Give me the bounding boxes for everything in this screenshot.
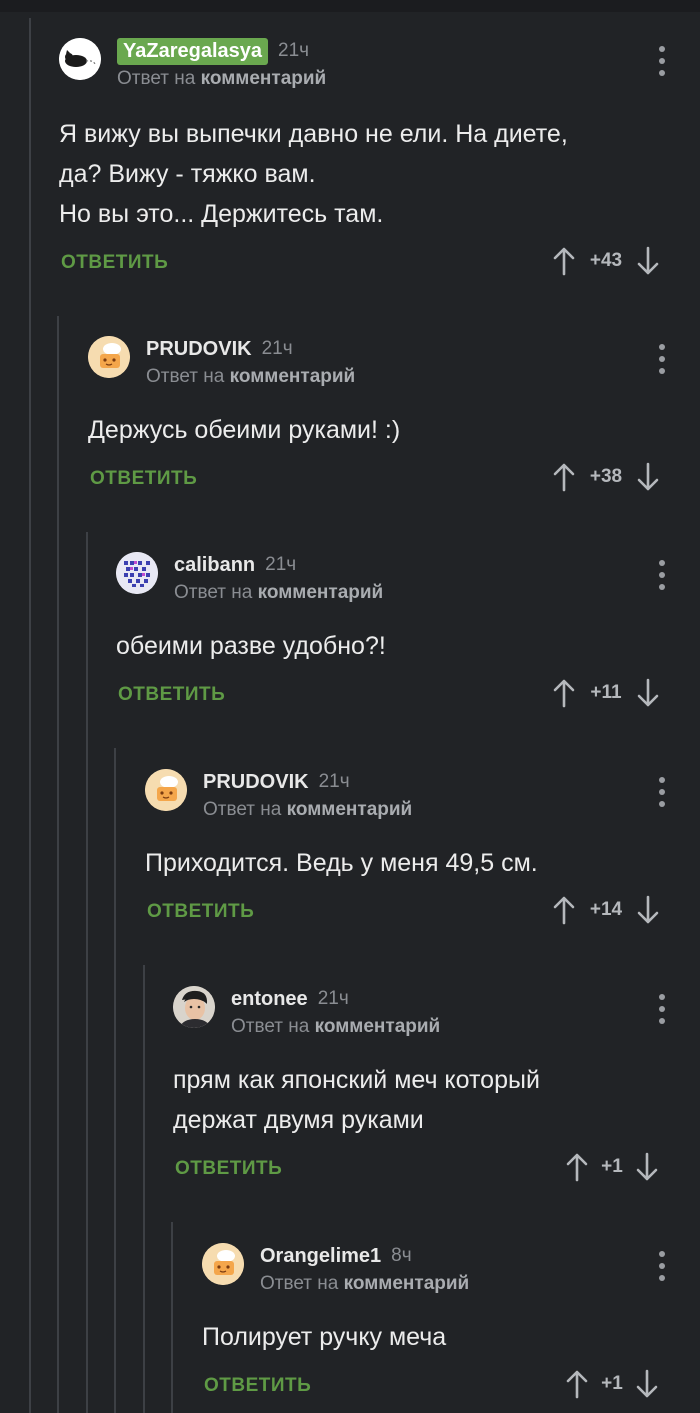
reply-to-link[interactable]: Ответ на комментарий: [260, 1273, 469, 1295]
author-name[interactable]: PRUDOVIK: [146, 338, 252, 361]
thread-line: [29, 18, 31, 1413]
reply-to-link[interactable]: Ответ на комментарий: [203, 799, 412, 821]
comment-text: прям как японский меч который держат дву…: [173, 1066, 540, 1134]
more-options-icon[interactable]: [657, 560, 667, 590]
reply-to-link[interactable]: Ответ на комментарий: [231, 1016, 440, 1038]
score: +38: [589, 466, 623, 487]
upvote-arrow-icon[interactable]: [565, 1152, 589, 1182]
top-strip: [0, 0, 700, 12]
downvote-arrow-icon[interactable]: [636, 246, 660, 276]
reply-button[interactable]: ОТВЕТИТЬ: [61, 252, 168, 274]
author-name[interactable]: YaZaregalasya: [117, 37, 268, 65]
vote-controls: +14: [552, 893, 660, 927]
reply-button[interactable]: ОТВЕТИТЬ: [204, 1375, 311, 1397]
reply-to-target[interactable]: комментарий: [287, 799, 413, 820]
comment: PRUDOVIK 21ч Ответ на комментарий Приход…: [145, 769, 700, 939]
score: +11: [590, 682, 622, 703]
comment-time: 21ч: [278, 40, 310, 61]
reply-to-link[interactable]: Ответ на комментарий: [146, 366, 355, 388]
comment-time: 21ч: [318, 771, 350, 792]
comment: Orangelime1 8ч Ответ на комментарий Поли…: [202, 1243, 700, 1413]
downvote-arrow-icon[interactable]: [635, 1369, 659, 1399]
downvote-arrow-icon[interactable]: [636, 678, 660, 708]
pixel-avatar[interactable]: [116, 552, 158, 594]
reply-to-prefix: Ответ на: [117, 68, 196, 89]
upvote-arrow-icon[interactable]: [552, 246, 576, 276]
vote-controls: +1: [565, 1150, 659, 1184]
reply-to-prefix: Ответ на: [203, 799, 282, 820]
more-options-icon[interactable]: [657, 46, 667, 76]
reply-to-prefix: Ответ на: [146, 366, 225, 387]
comment-time: 8ч: [391, 1245, 412, 1266]
score: +14: [589, 899, 623, 920]
comment: entonee 21ч Ответ на комментарий прям ка…: [173, 986, 700, 1196]
reply-to-target[interactable]: комментарий: [315, 1016, 441, 1037]
reply-button[interactable]: ОТВЕТИТЬ: [118, 684, 225, 706]
comment-text: Полирует ручку меча: [202, 1323, 447, 1351]
photo-avatar[interactable]: [173, 986, 215, 1028]
comment-time: 21ч: [261, 338, 293, 359]
chef-avatar[interactable]: [145, 769, 187, 811]
downvote-arrow-icon[interactable]: [636, 462, 660, 492]
reply-button[interactable]: ОТВЕТИТЬ: [90, 468, 197, 490]
reply-to-target[interactable]: комментарий: [201, 68, 327, 89]
score: +1: [601, 1156, 623, 1177]
comment-text: Приходится. Ведь у меня 49,5 см.: [145, 849, 538, 877]
reply-button[interactable]: ОТВЕТИТЬ: [175, 1158, 282, 1180]
upvote-arrow-icon[interactable]: [565, 1369, 589, 1399]
reply-to-prefix: Ответ на: [260, 1273, 339, 1294]
reply-to-target[interactable]: комментарий: [258, 582, 384, 603]
comment: PRUDOVIK 21ч Ответ на комментарий Держус…: [88, 336, 700, 506]
author-name[interactable]: PRUDOVIK: [203, 771, 309, 794]
comment-text: обеими разве удобно?!: [116, 632, 386, 660]
reply-to-prefix: Ответ на: [231, 1016, 310, 1037]
vote-controls: +43: [552, 244, 660, 278]
reply-to-target[interactable]: комментарий: [230, 366, 356, 387]
comment-text: Я вижу вы выпечки давно не ели. На диете…: [59, 120, 568, 228]
vote-controls: +11: [552, 676, 660, 710]
more-options-icon[interactable]: [657, 777, 667, 807]
upvote-arrow-icon[interactable]: [552, 895, 576, 925]
comment: YaZaregalasya 21ч Ответ на комментарий Я…: [59, 37, 700, 288]
upvote-arrow-icon[interactable]: [552, 678, 576, 708]
upvote-arrow-icon[interactable]: [552, 462, 576, 492]
comment-thread-page: YaZaregalasya 21ч Ответ на комментарий Я…: [0, 0, 700, 1413]
thread-line: [171, 1222, 173, 1413]
thread-line: [143, 965, 145, 1413]
thread-line: [57, 316, 59, 1413]
score: +1: [601, 1373, 623, 1394]
more-options-icon[interactable]: [657, 1251, 667, 1281]
vote-controls: +1: [565, 1367, 659, 1401]
comment-text: Держусь обеими руками! :): [88, 416, 401, 444]
comment-time: 21ч: [265, 554, 297, 575]
thread-line: [86, 532, 88, 1413]
author-name[interactable]: Orangelime1: [260, 1245, 381, 1268]
more-options-icon[interactable]: [657, 994, 667, 1024]
reply-to-target[interactable]: комментарий: [344, 1273, 470, 1294]
reply-to-prefix: Ответ на: [174, 582, 253, 603]
author-name[interactable]: entonee: [231, 988, 308, 1011]
reply-button[interactable]: ОТВЕТИТЬ: [147, 901, 254, 923]
author-name[interactable]: calibann: [174, 554, 255, 577]
chef-avatar[interactable]: [88, 336, 130, 378]
comment-time: 21ч: [317, 988, 349, 1009]
cat-avatar[interactable]: [59, 38, 101, 80]
reply-to-link[interactable]: Ответ на комментарий: [174, 582, 383, 604]
downvote-arrow-icon[interactable]: [636, 895, 660, 925]
vote-controls: +38: [552, 460, 660, 494]
downvote-arrow-icon[interactable]: [635, 1152, 659, 1182]
chef-avatar[interactable]: [202, 1243, 244, 1285]
score: +43: [589, 250, 623, 271]
reply-to-link[interactable]: Ответ на комментарий: [117, 68, 326, 90]
comment: calibann 21ч Ответ на комментарий обеими…: [116, 552, 700, 722]
thread-line: [114, 748, 116, 1413]
more-options-icon[interactable]: [657, 344, 667, 374]
